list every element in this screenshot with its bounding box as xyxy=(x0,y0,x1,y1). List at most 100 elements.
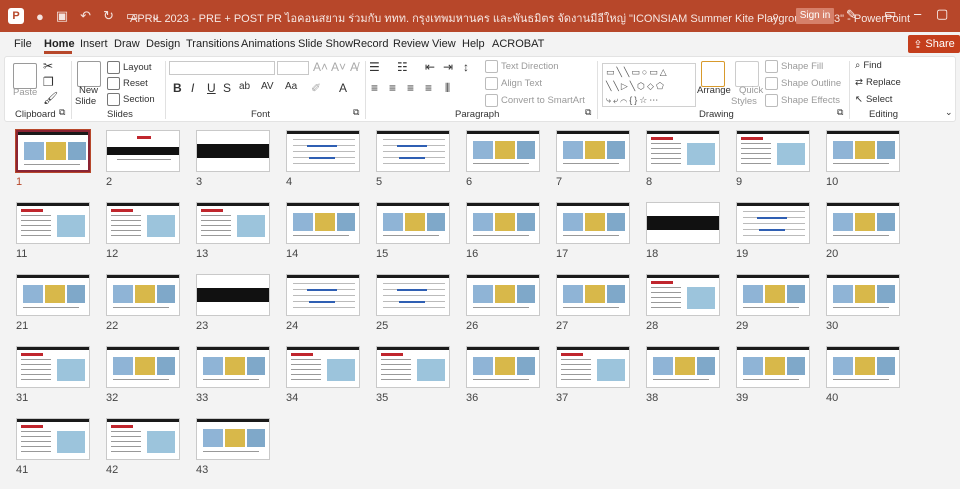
shapes-gallery[interactable]: ▭╲╲▭○▭△ ╲╲▷╲⬡◇⬠ ⤷⤶⌒{}☆⋯ xyxy=(602,63,696,107)
slide-thumbnail[interactable] xyxy=(466,274,540,316)
slide-thumbnail[interactable] xyxy=(556,346,630,388)
slide-thumbnail[interactable] xyxy=(196,274,270,316)
tab-insert[interactable]: Insert xyxy=(80,38,108,50)
minimize-icon[interactable]: – xyxy=(914,6,921,21)
quick-styles-label-2[interactable]: Styles xyxy=(731,96,757,107)
slide-thumbnail[interactable] xyxy=(16,202,90,244)
increase-font-icon[interactable]: A˄ xyxy=(313,60,328,74)
new-slide-icon[interactable] xyxy=(77,61,101,87)
slide-thumbnail[interactable] xyxy=(196,202,270,244)
text-shadow-button[interactable]: ab xyxy=(239,81,250,92)
quick-styles-icon[interactable] xyxy=(735,61,759,87)
change-case-button[interactable]: Aa xyxy=(285,81,297,92)
font-color-icon[interactable]: A xyxy=(339,81,347,95)
ribbon-display-icon[interactable]: ▭ xyxy=(884,6,896,22)
drawing-launcher-icon[interactable]: ⧉ xyxy=(837,107,843,118)
slide-thumbnail[interactable] xyxy=(646,202,720,244)
slide-thumbnail[interactable] xyxy=(556,274,630,316)
strikethrough-button[interactable]: S xyxy=(223,81,231,95)
clear-formatting-icon[interactable]: A̸ xyxy=(350,60,358,74)
tab-file[interactable]: File xyxy=(14,38,32,50)
quick-styles-label-1[interactable]: Quick xyxy=(739,85,763,96)
new-slide-label-2[interactable]: Slide xyxy=(75,96,96,107)
align-text-button[interactable]: Align Text xyxy=(485,77,542,90)
slide-thumbnail[interactable] xyxy=(286,346,360,388)
clipboard-launcher-icon[interactable]: ⧉ xyxy=(59,107,65,118)
justify-icon[interactable]: ≡ xyxy=(425,81,432,95)
slide-thumbnail[interactable] xyxy=(736,274,810,316)
tab-slide-show[interactable]: Slide Show xyxy=(298,38,353,50)
format-painter-icon[interactable]: 🖌 xyxy=(43,91,58,105)
slide-thumbnail[interactable] xyxy=(826,202,900,244)
slide-thumbnail[interactable] xyxy=(376,274,450,316)
slide-thumbnail[interactable] xyxy=(466,346,540,388)
align-right-icon[interactable]: ≡ xyxy=(407,81,414,95)
italic-button[interactable]: I xyxy=(191,81,194,95)
arrange-button[interactable]: Arrange xyxy=(697,85,731,96)
arrange-icon[interactable] xyxy=(701,61,725,87)
font-launcher-icon[interactable]: ⧉ xyxy=(353,107,359,118)
replace-button[interactable]: ⇄ Replace xyxy=(855,77,901,88)
tab-animations[interactable]: Animations xyxy=(241,38,295,50)
slide-thumbnail[interactable] xyxy=(286,130,360,172)
slide-thumbnail[interactable] xyxy=(106,130,180,172)
slide-thumbnail[interactable] xyxy=(16,346,90,388)
pen-icon[interactable]: ✎ xyxy=(846,7,857,23)
tab-design[interactable]: Design xyxy=(146,38,180,50)
slide-thumbnail[interactable] xyxy=(376,346,450,388)
slide-thumbnail[interactable] xyxy=(556,202,630,244)
section-button[interactable]: Section xyxy=(107,93,155,106)
slide-thumbnail[interactable] xyxy=(15,129,91,173)
share-button[interactable]: ⇪ Share xyxy=(908,35,960,53)
select-button[interactable]: ↖ Select xyxy=(855,94,892,105)
slide-thumbnail[interactable] xyxy=(106,274,180,316)
slide-thumbnail[interactable] xyxy=(196,130,270,172)
slide-thumbnail[interactable] xyxy=(16,274,90,316)
find-button[interactable]: ⌕ Find xyxy=(855,60,882,71)
shape-outline-button[interactable]: Shape Outline xyxy=(765,77,841,90)
line-spacing-icon[interactable]: ↕ xyxy=(463,60,469,74)
columns-icon[interactable]: ⫴ xyxy=(445,81,450,96)
character-spacing-button[interactable]: AV xyxy=(261,81,274,92)
slide-thumbnail[interactable] xyxy=(196,418,270,460)
reset-button[interactable]: Reset xyxy=(107,77,148,90)
numbering-icon[interactable]: ☷ xyxy=(397,60,408,74)
slide-thumbnail[interactable] xyxy=(646,346,720,388)
slide-thumbnail[interactable] xyxy=(826,130,900,172)
align-left-icon[interactable]: ≡ xyxy=(371,81,378,95)
cut-icon[interactable]: ✂ xyxy=(43,59,53,73)
tab-acrobat[interactable]: ACROBAT xyxy=(492,38,544,50)
decrease-font-icon[interactable]: A˅ xyxy=(331,60,346,74)
bullets-icon[interactable]: ☰ xyxy=(369,60,380,74)
slide-thumbnail[interactable] xyxy=(736,202,810,244)
save-icon[interactable]: ▣ xyxy=(56,8,68,24)
bold-button[interactable]: B xyxy=(173,81,182,95)
slide-thumbnail[interactable] xyxy=(286,202,360,244)
decrease-indent-icon[interactable]: ⇤ xyxy=(425,60,435,74)
slide-thumbnail[interactable] xyxy=(286,274,360,316)
slide-thumbnail[interactable] xyxy=(646,274,720,316)
tab-review[interactable]: Review xyxy=(393,38,429,50)
slide-thumbnail[interactable] xyxy=(106,202,180,244)
slide-thumbnail[interactable] xyxy=(736,346,810,388)
slide-thumbnail[interactable] xyxy=(466,130,540,172)
slide-thumbnail[interactable] xyxy=(646,130,720,172)
sign-in-button[interactable]: Sign in xyxy=(796,8,834,24)
slide-thumbnail[interactable] xyxy=(826,274,900,316)
text-direction-button[interactable]: Text Direction xyxy=(485,60,559,73)
autosave-icon[interactable]: ● xyxy=(36,9,44,24)
increase-indent-icon[interactable]: ⇥ xyxy=(443,60,453,74)
redo-icon[interactable]: ↻ xyxy=(103,8,114,24)
collapse-ribbon-icon[interactable]: ⌄ xyxy=(945,107,953,118)
tab-transitions[interactable]: Transitions xyxy=(186,38,239,50)
tab-help[interactable]: Help xyxy=(462,38,485,50)
slide-thumbnail[interactable] xyxy=(106,346,180,388)
copy-icon[interactable]: ❐ xyxy=(43,75,54,89)
font-size-box[interactable] xyxy=(277,61,309,75)
slide-thumbnail[interactable] xyxy=(466,202,540,244)
slide-thumbnail[interactable] xyxy=(196,346,270,388)
maximize-icon[interactable]: ▢ xyxy=(936,6,948,22)
tab-home[interactable]: Home xyxy=(44,38,75,50)
slide-thumbnail[interactable] xyxy=(376,202,450,244)
slide-thumbnail[interactable] xyxy=(16,418,90,460)
